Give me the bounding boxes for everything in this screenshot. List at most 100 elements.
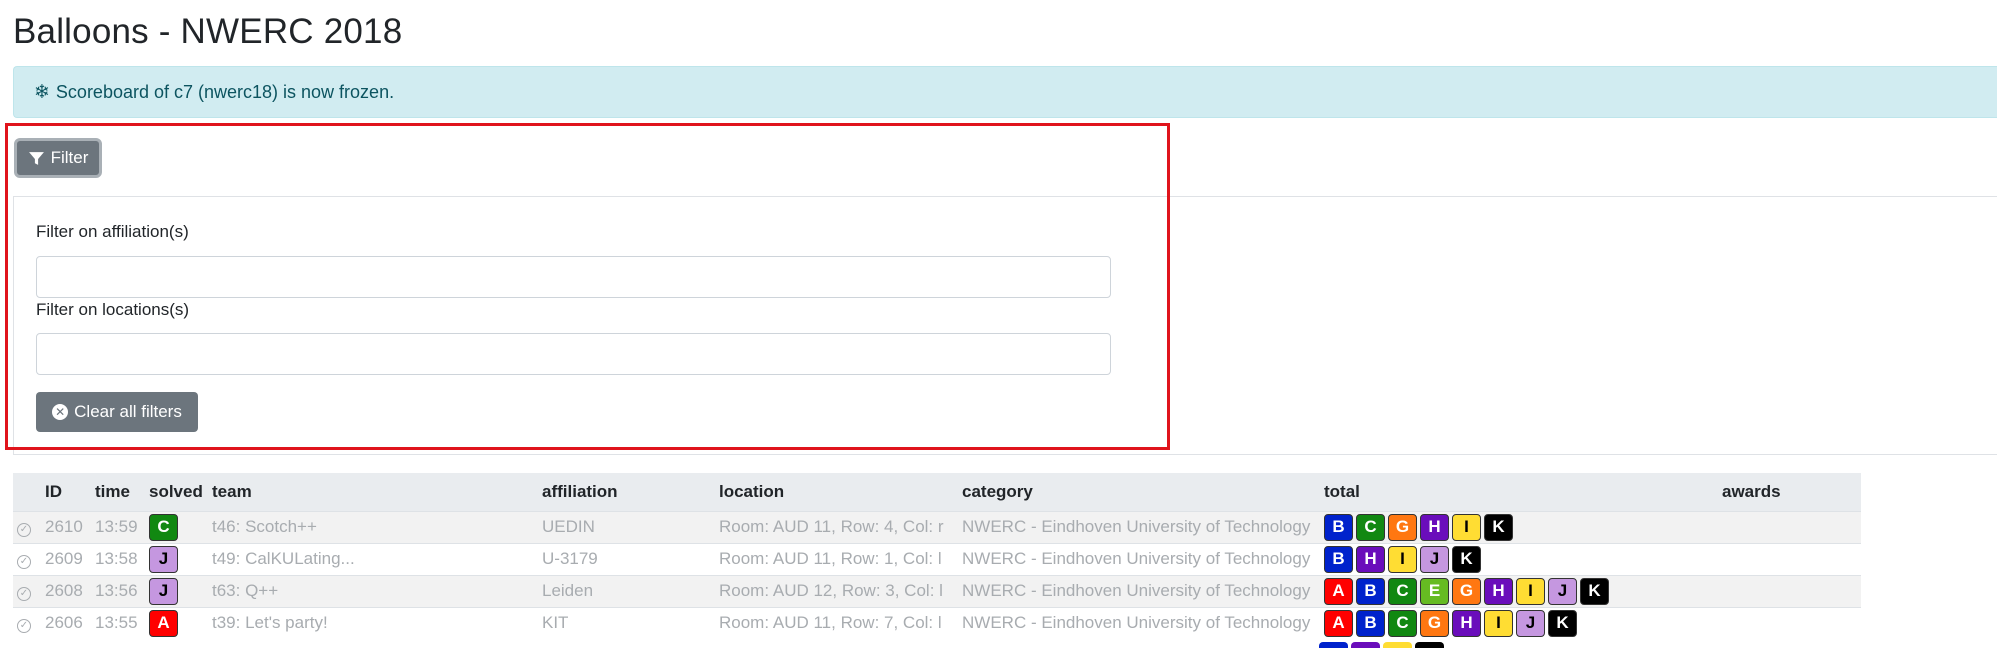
cell-category: NWERC - Eindhoven University of Technolo… bbox=[962, 549, 1311, 568]
balloon-badge: K bbox=[1484, 513, 1513, 541]
balloon-badge: B bbox=[1356, 609, 1385, 637]
cell-awards bbox=[1716, 511, 1861, 543]
cell-time: 13:59 bbox=[95, 517, 138, 536]
cell-id: 2609 bbox=[45, 549, 83, 568]
balloon-badge: H bbox=[1484, 577, 1513, 605]
balloon-badge: C bbox=[1388, 577, 1417, 605]
balloons-table-wrap: ID time solved team affiliation location… bbox=[13, 473, 1861, 639]
locations-filter-input[interactable] bbox=[36, 333, 1111, 375]
balloon-badge: I bbox=[1484, 609, 1513, 637]
close-circle-icon: ✕ bbox=[52, 404, 69, 420]
balloon-badge: H bbox=[1420, 513, 1449, 541]
cell-total: BCGHIK bbox=[1318, 511, 1716, 543]
balloon-badge: I bbox=[1452, 513, 1481, 541]
mark-done-cell[interactable]: ✓ bbox=[13, 607, 39, 639]
check-circle-icon[interactable]: ✓ bbox=[17, 619, 31, 634]
cell-category: NWERC - Eindhoven University of Technolo… bbox=[962, 613, 1311, 633]
balloon-badge: K bbox=[1452, 545, 1481, 573]
cell-affiliation: U-3179 bbox=[542, 549, 598, 568]
filter-button[interactable]: Filter bbox=[14, 138, 102, 178]
cell-solved: J bbox=[143, 575, 206, 607]
balloon-badge: K bbox=[1580, 577, 1609, 605]
col-header-category[interactable]: category bbox=[956, 473, 1318, 511]
mark-done-cell[interactable]: ✓ bbox=[13, 511, 39, 543]
balloon-badge: K bbox=[1548, 609, 1577, 637]
cell-category: NWERC - Eindhoven University of Technolo… bbox=[962, 581, 1311, 600]
col-header-id[interactable]: ID bbox=[39, 473, 89, 511]
balloon-badge: J bbox=[1516, 609, 1545, 637]
balloon-badge: B bbox=[1324, 513, 1353, 541]
cell-team: t39: Let's party! bbox=[212, 613, 328, 633]
col-header-total[interactable]: total bbox=[1318, 473, 1716, 511]
cell-affiliation: Leiden bbox=[542, 581, 594, 600]
clear-filters-button[interactable]: ✕ Clear all filters bbox=[36, 392, 198, 432]
snowflake-icon: ❄ bbox=[34, 81, 50, 103]
balloon-badge: J bbox=[149, 545, 178, 573]
col-header-awards[interactable]: awards bbox=[1716, 473, 1861, 511]
cell-awards bbox=[1716, 607, 1861, 639]
table-row: ✓ 2606 13:55 At39: Let's party! KIT Room: AUD… bbox=[13, 607, 1861, 639]
mark-done-cell[interactable]: ✓ bbox=[13, 543, 39, 575]
cell-id: 2606 bbox=[45, 613, 83, 633]
cell-location: Room: AUD 11, Row: 4, Col: r bbox=[719, 517, 944, 536]
balloon-badge: I bbox=[1388, 545, 1417, 573]
cell-total: ABCGHIJK bbox=[1318, 607, 1716, 639]
balloon-badge: H bbox=[1452, 609, 1481, 637]
table-row: ✓ 2608 13:56 Jt63: Q++ Leiden Room: AUD 12, R… bbox=[13, 575, 1861, 607]
cell-affiliation: KIT bbox=[542, 613, 569, 633]
balloons-table: ID time solved team affiliation location… bbox=[13, 473, 1861, 639]
mark-done-cell[interactable]: ✓ bbox=[13, 575, 39, 607]
cell-total: BHIJK bbox=[1318, 543, 1716, 575]
locations-filter-label: Filter on locations(s) bbox=[36, 300, 190, 319]
table-row: ✓ 2609 13:58 Jt49: CalKULating... U-3179 Room… bbox=[13, 543, 1861, 575]
col-header-team[interactable]: team bbox=[206, 473, 536, 511]
col-header-affiliation[interactable]: affiliation bbox=[536, 473, 713, 511]
cell-id: 2610 bbox=[45, 517, 83, 536]
balloon-badge: E bbox=[1420, 577, 1449, 605]
alert-text: Scoreboard of c7 (nwerc18) is now frozen… bbox=[55, 81, 395, 102]
table-row: ✓ 2610 13:59 Ct46: Scotch++ UEDIN Room: AUD 1… bbox=[13, 511, 1861, 543]
col-header-location[interactable]: location bbox=[713, 473, 956, 511]
balloon-badge: J bbox=[1548, 577, 1577, 605]
cell-team: t49: CalKULating... bbox=[212, 549, 355, 568]
affiliation-filter-input[interactable] bbox=[36, 256, 1111, 298]
balloon-badge: G bbox=[1420, 609, 1449, 637]
balloon-badge: C bbox=[1356, 513, 1385, 541]
cell-solved: C bbox=[143, 511, 206, 543]
balloon-badge: C bbox=[1388, 609, 1417, 637]
filter-button-label: Filter bbox=[50, 148, 89, 167]
table-header-row: ID time solved team affiliation location… bbox=[13, 473, 1861, 511]
cell-solved: J bbox=[143, 543, 206, 575]
frozen-alert: ❄ Scoreboard of c7 (nwerc18) is now froz… bbox=[13, 66, 1997, 118]
balloon-badge: J bbox=[1420, 545, 1449, 573]
balloon-badge: J bbox=[149, 577, 178, 605]
check-circle-icon[interactable]: ✓ bbox=[17, 555, 31, 569]
cell-location: Room: AUD 12, Row: 3, Col: l bbox=[719, 581, 943, 600]
cell-solved: A bbox=[143, 607, 206, 639]
balloon-badge: B bbox=[1324, 545, 1353, 573]
balloon-badge: B bbox=[1356, 577, 1385, 605]
cell-awards bbox=[1716, 543, 1861, 575]
balloon-badge: H bbox=[1356, 545, 1385, 573]
clear-filters-label: Clear all filters bbox=[74, 402, 182, 421]
cell-time: 13:55 bbox=[95, 613, 138, 633]
balloon-badge: I bbox=[1516, 577, 1545, 605]
check-circle-icon[interactable]: ✓ bbox=[17, 523, 31, 537]
cell-affiliation: UEDIN bbox=[542, 517, 595, 536]
balloon-badge: A bbox=[1324, 609, 1353, 637]
cell-location: Room: AUD 11, Row: 1, Col: l bbox=[719, 549, 942, 568]
cell-time: 13:56 bbox=[95, 581, 138, 600]
balloon-badge: G bbox=[1452, 577, 1481, 605]
partial-row-balloons bbox=[1319, 642, 1444, 648]
cell-location: Room: AUD 11, Row: 7, Col: l bbox=[719, 613, 942, 633]
cell-awards bbox=[1716, 575, 1861, 607]
check-circle-icon[interactable]: ✓ bbox=[17, 587, 31, 601]
balloon-badge: C bbox=[149, 513, 178, 541]
balloon-badge: A bbox=[1324, 577, 1353, 605]
cell-team: t46: Scotch++ bbox=[212, 517, 317, 536]
cell-category: NWERC - Eindhoven University of Technolo… bbox=[962, 517, 1311, 536]
col-header-time[interactable]: time bbox=[89, 473, 143, 511]
col-header-solved[interactable]: solved bbox=[143, 473, 206, 511]
filter-panel bbox=[13, 196, 1997, 455]
cell-id: 2608 bbox=[45, 581, 83, 600]
